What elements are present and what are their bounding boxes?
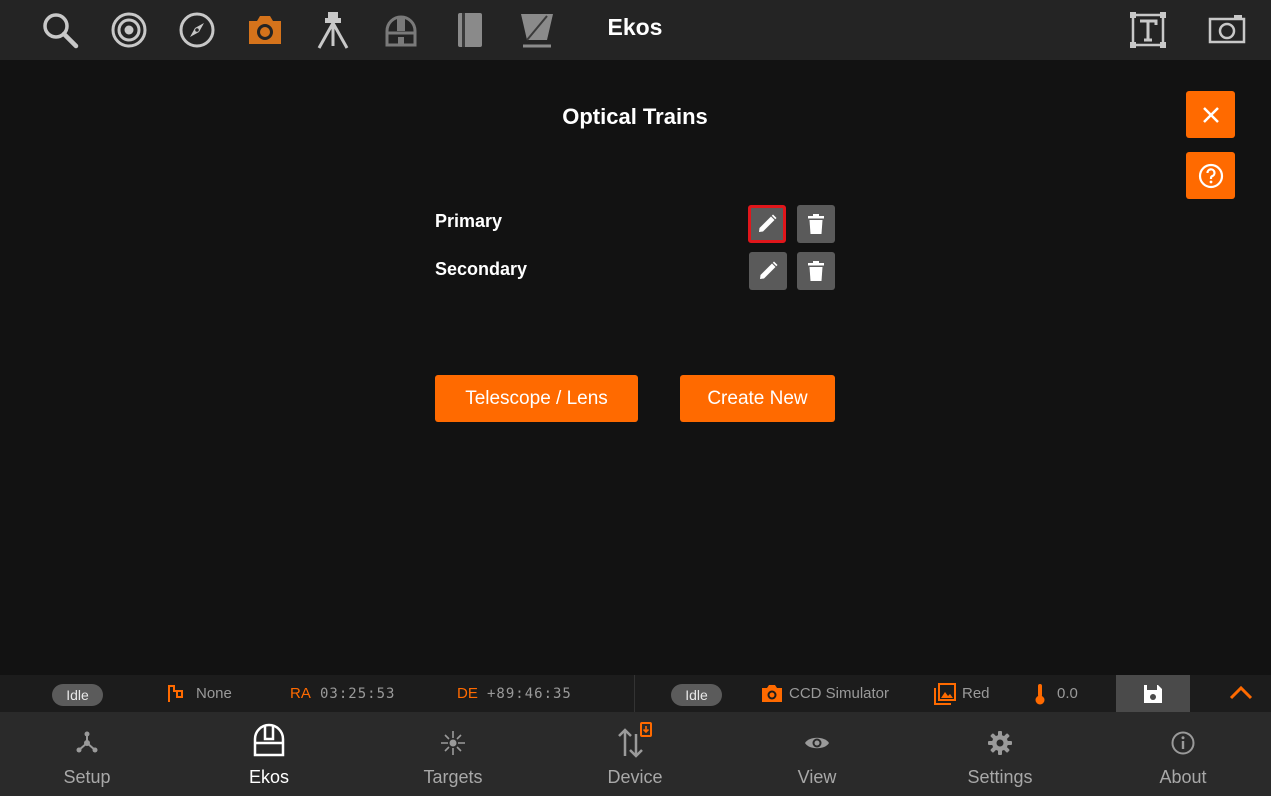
device-transfer-icon (618, 722, 652, 758)
nav-item-device[interactable]: Device (544, 712, 726, 796)
ra-label: RA (290, 685, 311, 702)
nav-label-settings: Settings (967, 767, 1033, 787)
nav-item-setup[interactable]: Setup (0, 712, 178, 796)
target-name: None (196, 685, 232, 702)
filter-icon (934, 683, 956, 705)
mount-status-badge: Idle (52, 684, 103, 706)
filter-name: Red (962, 685, 990, 702)
nav-item-settings[interactable]: Settings (909, 712, 1091, 796)
train-label-secondary: Secondary (435, 259, 528, 279)
top-toolbar: Ekos (0, 0, 1271, 60)
info-icon (1171, 731, 1195, 755)
chevron-up-icon[interactable] (1228, 683, 1254, 703)
flat-panel-icon[interactable] (515, 8, 559, 52)
pencil-icon (759, 214, 777, 232)
thermometer-icon (1035, 684, 1045, 705)
hub-icon (76, 731, 98, 753)
target-icon[interactable] (107, 8, 151, 52)
delete-secondary-button[interactable] (797, 252, 835, 290)
create-new-button[interactable]: Create New (680, 375, 835, 422)
camera-status-badge: Idle (671, 684, 722, 706)
nav-item-ekos[interactable]: Ekos (178, 712, 360, 796)
screenshot-icon[interactable] (1205, 8, 1249, 52)
search-icon[interactable] (38, 8, 82, 52)
bottom-nav: Setup Ekos Targets Device View Settings … (0, 712, 1271, 796)
dialog-title: Optical Trains (562, 104, 708, 129)
gear-icon (988, 731, 1012, 755)
text-frame-icon[interactable] (1126, 8, 1170, 52)
help-button[interactable] (1186, 152, 1235, 199)
app-title: Ekos (607, 14, 663, 40)
de-value: +89:46:35 (487, 686, 572, 702)
save-icon (1144, 684, 1162, 703)
nav-item-about[interactable]: About (1092, 712, 1271, 796)
status-bar: Idle None RA 03:25:53 DE +89:46:35 Idle … (0, 675, 1271, 712)
close-icon (1202, 106, 1219, 123)
telescope-lens-button[interactable]: Telescope / Lens (435, 375, 638, 422)
save-button[interactable] (1116, 675, 1190, 712)
compass-icon[interactable] (175, 8, 219, 52)
camera-icon[interactable] (243, 8, 287, 52)
camera-name: CCD Simulator (789, 685, 890, 702)
nav-label-ekos: Ekos (248, 767, 290, 787)
nav-label-device: Device (607, 767, 663, 787)
close-button[interactable] (1186, 91, 1235, 138)
nav-label-about: About (1159, 767, 1207, 787)
edit-secondary-button[interactable] (749, 252, 787, 290)
tripod-icon[interactable] (311, 8, 355, 52)
nav-label-view: View (797, 767, 837, 787)
status-divider (634, 675, 635, 712)
flag-icon (168, 685, 183, 702)
help-icon (1198, 163, 1223, 188)
eye-icon (805, 737, 829, 749)
crosshair-icon (441, 731, 465, 755)
notebook-icon[interactable] (447, 8, 491, 52)
camera-icon (762, 685, 782, 702)
nav-item-targets[interactable]: Targets (362, 712, 544, 796)
trash-icon (808, 261, 824, 281)
nav-item-view[interactable]: View (726, 712, 908, 796)
nav-label-targets: Targets (423, 767, 483, 787)
nav-label-setup: Setup (63, 767, 111, 787)
observatory-icon (253, 723, 285, 757)
ra-value: 03:25:53 (320, 686, 396, 702)
pencil-icon (760, 261, 778, 279)
delete-primary-button[interactable] (797, 205, 835, 243)
temperature-value: 0.0 (1057, 685, 1078, 702)
de-label: DE (457, 685, 478, 702)
dome-icon[interactable] (379, 8, 423, 52)
edit-primary-button[interactable] (748, 205, 786, 243)
trash-icon (808, 214, 824, 234)
train-label-primary: Primary (435, 211, 503, 231)
